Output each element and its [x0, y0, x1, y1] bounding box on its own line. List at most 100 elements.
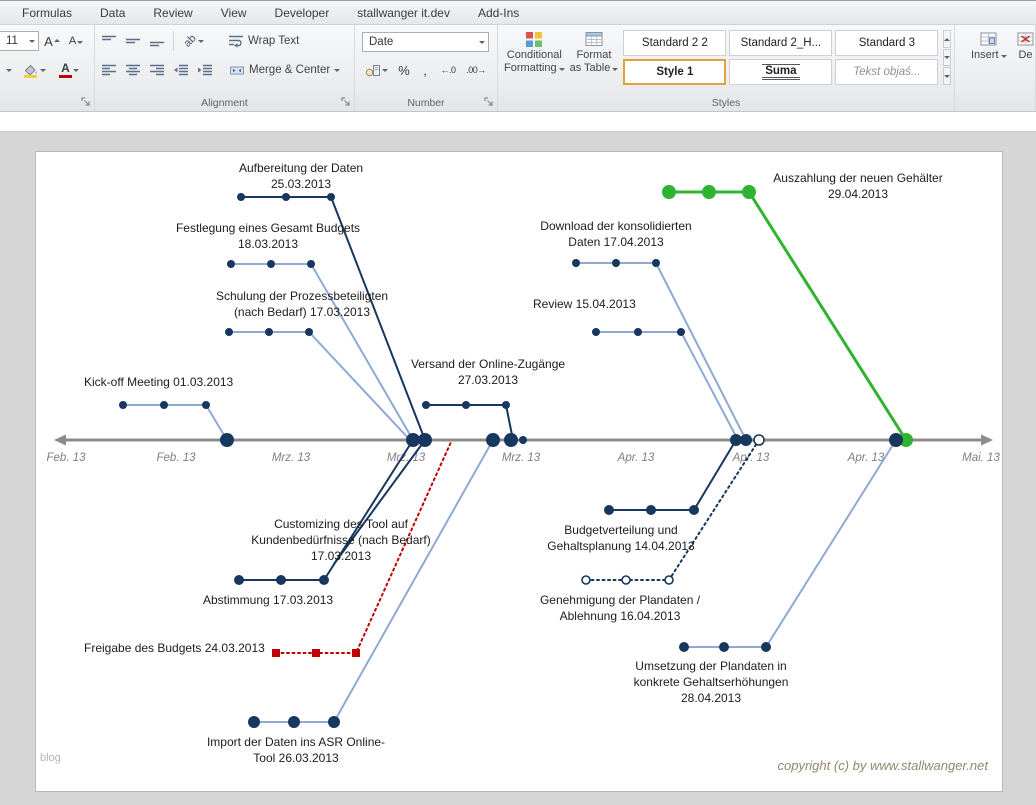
format-as-table-button[interactable]: Format as Table — [570, 29, 619, 87]
align-right-button[interactable] — [146, 59, 168, 81]
wrap-text-button[interactable]: Wrap Text — [223, 32, 304, 50]
chevron-down-icon — [334, 69, 340, 75]
tab-formulas[interactable]: Formulas — [8, 2, 86, 24]
dialog-launcher-icon[interactable] — [81, 97, 91, 107]
tab-view[interactable]: View — [207, 2, 261, 24]
milestone-label: Download der konsolidiertenDaten 17.04.2… — [506, 218, 726, 250]
clipped-border-button[interactable] — [3, 59, 15, 81]
insert-cells-button[interactable]: Insert — [971, 29, 1007, 87]
chevron-down-icon — [6, 69, 12, 75]
delete-cells-button[interactable]: De — [1017, 29, 1035, 87]
comma-icon: , — [423, 63, 427, 78]
align-bottom-icon — [149, 34, 165, 48]
milestone-label: Versand der Online-Zugänge27.03.2013 — [378, 356, 598, 388]
grow-font-icon: A — [44, 34, 53, 49]
ribbon-group-number: Date % , — [355, 25, 498, 111]
format-as-table-icon — [585, 31, 603, 47]
svg-text:Mai. 13: Mai. 13 — [962, 452, 1000, 464]
ribbon-tab-bar: Formulas Data Review View Developer stal… — [0, 1, 1036, 25]
increase-indent-icon — [197, 63, 213, 77]
chevron-down-icon — [382, 69, 388, 75]
style-item-selected[interactable]: Style 1 — [623, 59, 726, 85]
ribbon-group-styles: Conditional Formatting Format as Table S… — [498, 25, 955, 111]
milestone-label: Kick-off Meeting 01.03.2013 — [84, 374, 233, 390]
align-top-button[interactable] — [98, 30, 120, 52]
align-left-icon — [101, 63, 117, 77]
number-format-combo[interactable]: Date — [362, 32, 489, 52]
style-item[interactable]: Standard 2_H... — [729, 30, 832, 56]
chevron-down-icon — [944, 75, 950, 81]
percent-style-button[interactable]: % — [393, 59, 415, 81]
chevron-up-icon — [944, 35, 950, 41]
svg-text:Apr. 13: Apr. 13 — [617, 452, 655, 464]
orientation-button[interactable]: ab — [179, 30, 209, 52]
decrease-decimal-button[interactable]: .00→ — [463, 59, 489, 81]
worksheet[interactable]: Feb. 13Feb. 13Mrz. 13Mrz. 13Mrz. 13Apr. … — [0, 132, 1036, 805]
copyright-text: copyright (c) by www.stallwanger.net — [726, 758, 988, 773]
milestone-label: Schulung der Prozessbeteiligten(nach Bed… — [182, 288, 422, 320]
triangle-up-icon — [54, 36, 60, 42]
gallery-scroll-down-button[interactable] — [943, 49, 951, 67]
milestone-label: Aufbereitung der Daten25.03.2013 — [196, 160, 406, 192]
cell-styles-gallery: Standard 2 2 Standard 2_H... Standard 3 … — [623, 30, 938, 85]
tab-developer[interactable]: Developer — [261, 2, 344, 24]
dialog-launcher-icon[interactable] — [341, 97, 351, 107]
triangle-down-icon — [77, 41, 83, 47]
delete-cells-icon — [1017, 31, 1035, 47]
decrease-indent-button[interactable] — [170, 59, 192, 81]
shrink-font-button[interactable]: A — [65, 30, 87, 52]
ribbon-group-cells: Insert De — [955, 25, 1036, 111]
blog-watermark: blog — [40, 752, 61, 764]
milestone-label: Budgetverteilung undGehaltsplanung 14.04… — [511, 522, 731, 554]
chevron-down-icon — [1001, 55, 1007, 61]
accounting-format-button[interactable] — [361, 59, 391, 81]
tab-review[interactable]: Review — [139, 2, 206, 24]
font-color-icon: A — [59, 63, 72, 78]
milestone-label: Auszahlung der neuen Gehälter29.04.2013 — [738, 170, 978, 202]
number-group-label: Number — [355, 97, 497, 109]
svg-text:Feb. 13: Feb. 13 — [47, 452, 87, 464]
delete-label: De — [1018, 49, 1032, 62]
fill-color-button[interactable] — [17, 59, 51, 81]
dialog-launcher-icon[interactable] — [484, 97, 494, 107]
milestone-label: Freigabe des Budgets 24.03.2013 — [84, 640, 265, 656]
align-left-button[interactable] — [98, 59, 120, 81]
chevron-down-icon — [73, 69, 79, 75]
conditional-formatting-button[interactable]: Conditional Formatting — [504, 29, 565, 87]
text-orientation-icon: ab — [182, 32, 199, 49]
wrap-text-icon — [228, 34, 244, 48]
svg-text:Mrz. 13: Mrz. 13 — [272, 452, 311, 464]
increase-indent-button[interactable] — [194, 59, 216, 81]
font-color-button[interactable]: A — [53, 59, 85, 81]
wrap-text-label: Wrap Text — [248, 35, 299, 47]
timeline-chart[interactable]: Feb. 13Feb. 13Mrz. 13Mrz. 13Mrz. 13Apr. … — [35, 151, 1003, 792]
svg-text:Feb. 13: Feb. 13 — [157, 452, 197, 464]
format-as-table-label-1: Format — [577, 49, 612, 62]
conditional-formatting-icon — [525, 31, 543, 47]
insert-label: Insert — [971, 49, 999, 62]
tab-data[interactable]: Data — [86, 2, 139, 24]
align-bottom-button[interactable] — [146, 30, 168, 52]
style-item[interactable]: Suma — [729, 59, 832, 85]
font-size-combo[interactable]: 11 — [0, 31, 39, 51]
conditional-formatting-label-1: Conditional — [507, 49, 562, 62]
milestone-label: Festlegung eines Gesamt Budgets18.03.201… — [148, 220, 388, 252]
merge-center-button[interactable]: Merge & Center — [224, 61, 345, 79]
gallery-more-button[interactable] — [943, 67, 951, 85]
formula-bar[interactable] — [0, 112, 1036, 132]
align-middle-button[interactable] — [122, 30, 144, 52]
increase-decimal-button[interactable]: ←.0 — [435, 59, 461, 81]
tab-add-ins[interactable]: Add-Ins — [464, 2, 533, 24]
gallery-scroll-up-button[interactable] — [943, 30, 951, 48]
grow-font-button[interactable]: A — [41, 30, 63, 52]
chevron-down-icon — [612, 68, 618, 74]
align-top-icon — [101, 34, 117, 48]
milestone-label: Umsetzung der Plandaten inkonkrete Gehal… — [591, 658, 831, 706]
tab-stallwanger-it-dev[interactable]: stallwanger it.dev — [343, 2, 464, 24]
style-item[interactable]: Standard 2 2 — [623, 30, 726, 56]
comma-style-button[interactable]: , — [417, 59, 433, 81]
align-center-button[interactable] — [122, 59, 144, 81]
milestone-label: Customizing des Tool aufKundenbedürfniss… — [221, 516, 461, 564]
style-item[interactable]: Standard 3 — [835, 30, 938, 56]
style-item[interactable]: Tekst objaś... — [835, 59, 938, 85]
